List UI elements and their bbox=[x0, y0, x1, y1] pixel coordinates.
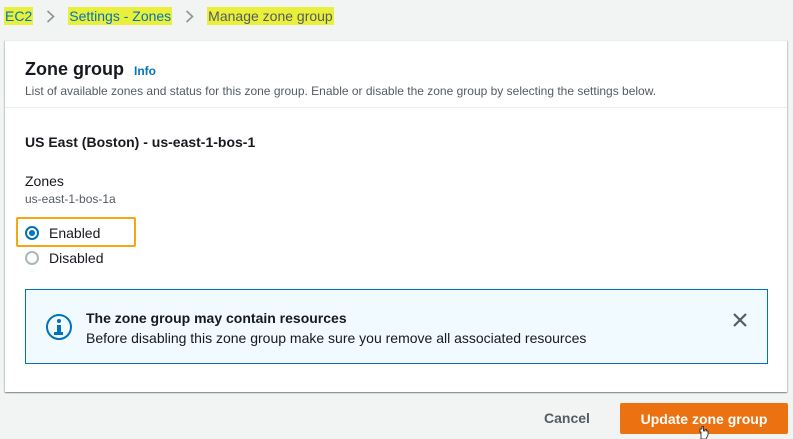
info-link[interactable]: Info bbox=[134, 64, 156, 78]
enabled-radio-button[interactable] bbox=[25, 226, 39, 240]
breadcrumb: EC2 Settings - Zones Manage zone group bbox=[4, 6, 334, 26]
disabled-radio-label: Disabled bbox=[49, 250, 104, 266]
chevron-right-icon bbox=[46, 9, 55, 23]
panel-title: Zone group bbox=[25, 59, 124, 79]
zone-group-panel: Zone group Info List of available zones … bbox=[5, 40, 787, 392]
disabled-radio-button[interactable] bbox=[25, 251, 39, 265]
alert-body: Before disabling this zone group make su… bbox=[86, 330, 587, 346]
panel-header: Zone group Info List of available zones … bbox=[5, 41, 787, 108]
zones-label: Zones bbox=[25, 173, 64, 189]
enabled-radio-label: Enabled bbox=[49, 225, 101, 241]
breadcrumb-current-page: Manage zone group bbox=[207, 7, 334, 25]
info-alert: The zone group may contain resources Bef… bbox=[25, 289, 768, 364]
info-icon bbox=[46, 314, 72, 340]
zones-value: us-east-1-bos-1a bbox=[25, 192, 116, 206]
chevron-right-icon bbox=[185, 9, 194, 23]
panel-description: List of available zones and status for t… bbox=[25, 84, 657, 98]
breadcrumb-settings-zones-link[interactable]: Settings - Zones bbox=[68, 7, 173, 25]
hand-cursor-icon bbox=[699, 426, 709, 439]
alert-title: The zone group may contain resources bbox=[86, 310, 347, 326]
zone-group-name: US East (Boston) - us-east-1-bos-1 bbox=[25, 134, 256, 150]
enabled-radio-option[interactable]: Enabled bbox=[25, 225, 100, 241]
close-icon[interactable] bbox=[730, 310, 750, 330]
disabled-radio-option[interactable]: Disabled bbox=[25, 250, 103, 266]
cancel-button[interactable]: Cancel bbox=[527, 408, 607, 428]
breadcrumb-ec2-link[interactable]: EC2 bbox=[4, 7, 34, 25]
